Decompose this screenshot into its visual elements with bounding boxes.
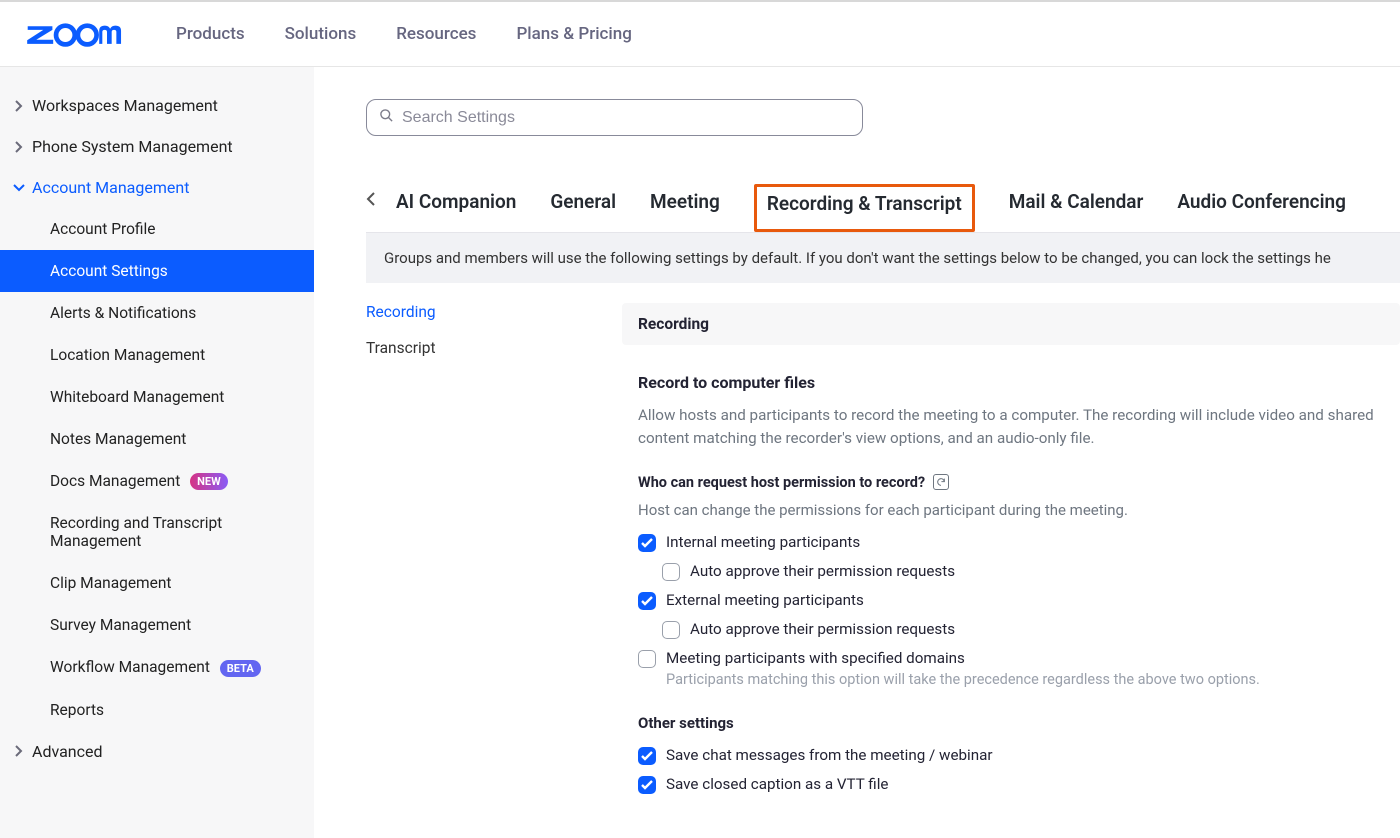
sub-question: Who can request host permission to recor… (638, 474, 1384, 491)
main-panel: AI Companion General Meeting Recording &… (314, 67, 1400, 838)
checkbox[interactable] (638, 747, 656, 765)
tab-general[interactable]: General (550, 190, 616, 213)
permission-options: Internal meeting participants Auto appro… (638, 533, 1384, 688)
chevron-down-icon (12, 184, 26, 192)
settings-content: Recording Record to computer files Allow… (622, 303, 1400, 794)
section-subnav: Recording Transcript (366, 303, 622, 794)
search-input[interactable] (402, 109, 850, 127)
settings-tabs: AI Companion General Meeting Recording &… (366, 184, 1400, 233)
opt-specified-domains: Meeting participants with specified doma… (638, 649, 1384, 688)
top-bar: Products Solutions Resources Plans & Pri… (0, 0, 1400, 67)
chevron-right-icon (12, 100, 26, 112)
checkbox[interactable] (662, 563, 680, 581)
nav-solutions[interactable]: Solutions (285, 24, 357, 44)
sidebar-group-label: Advanced (32, 742, 103, 761)
sidebar-group-account[interactable]: Account Management (0, 167, 314, 208)
sidebar-item-account-profile[interactable]: Account Profile (0, 208, 314, 250)
sidebar-item-notes[interactable]: Notes Management (0, 418, 314, 460)
sidebar-group-label: Phone System Management (32, 137, 233, 156)
sub-question-text: Who can request host permission to recor… (638, 474, 925, 491)
sidebar-item-docs[interactable]: Docs Management NEW (0, 460, 314, 502)
setting-description: Allow hosts and participants to record t… (638, 404, 1384, 450)
search-settings[interactable] (366, 99, 863, 136)
sub-description: Host can change the permissions for each… (638, 501, 1384, 519)
tabs-scroll-left[interactable] (366, 191, 376, 211)
section-header: Recording (622, 303, 1400, 345)
sidebar-item-label: Workflow Management (50, 658, 210, 676)
sidebar-group-workspaces[interactable]: Workspaces Management (0, 85, 314, 126)
new-badge: NEW (190, 473, 228, 490)
chevron-right-icon (12, 141, 26, 153)
sidebar: Workspaces Management Phone System Manag… (0, 67, 314, 838)
tab-mail-calendar[interactable]: Mail & Calendar (1009, 190, 1144, 213)
chevron-right-icon (12, 745, 26, 757)
zoom-logo (26, 21, 136, 47)
sidebar-item-recording-transcript[interactable]: Recording and Transcript Management (0, 502, 314, 562)
checkbox[interactable] (638, 534, 656, 552)
sidebar-item-reports[interactable]: Reports (0, 689, 314, 731)
nav-products[interactable]: Products (176, 24, 245, 44)
other-options: Save chat messages from the meeting / we… (638, 746, 1384, 794)
tab-ai-companion[interactable]: AI Companion (396, 190, 516, 213)
checkbox[interactable] (638, 650, 656, 668)
opt-note: Participants matching this option will t… (666, 671, 1260, 688)
setting-title: Record to computer files (638, 373, 1384, 392)
sidebar-item-whiteboard[interactable]: Whiteboard Management (0, 376, 314, 418)
opt-external-participants: External meeting participants (638, 591, 1384, 610)
beta-badge: BETA (220, 660, 261, 677)
opt-label: Internal meeting participants (666, 533, 860, 551)
tab-recording-transcript[interactable]: Recording & Transcript (754, 184, 975, 232)
opt-label: External meeting participants (666, 591, 864, 609)
sidebar-item-account-settings[interactable]: Account Settings (0, 250, 314, 292)
opt-internal-participants: Internal meeting participants (638, 533, 1384, 552)
opt-internal-auto-approve: Auto approve their permission requests (662, 562, 1384, 581)
checkbox[interactable] (638, 592, 656, 610)
nav-plans-pricing[interactable]: Plans & Pricing (516, 24, 631, 44)
sidebar-item-workflow[interactable]: Workflow Management BETA (0, 646, 314, 688)
tab-audio-conferencing[interactable]: Audio Conferencing (1177, 190, 1346, 213)
opt-save-cc-vtt: Save closed caption as a VTT file (638, 775, 1384, 794)
reset-icon[interactable] (933, 474, 949, 490)
other-settings-header: Other settings (638, 714, 1384, 732)
sidebar-group-label: Workspaces Management (32, 96, 218, 115)
sidebar-item-alerts[interactable]: Alerts & Notifications (0, 292, 314, 334)
sidebar-group-phone[interactable]: Phone System Management (0, 126, 314, 167)
info-banner: Groups and members will use the followin… (366, 233, 1400, 283)
opt-label: Auto approve their permission requests (690, 562, 955, 580)
subnav-recording[interactable]: Recording (366, 303, 610, 321)
subnav-transcript[interactable]: Transcript (366, 339, 610, 357)
tab-meeting[interactable]: Meeting (650, 190, 720, 213)
top-nav: Products Solutions Resources Plans & Pri… (176, 24, 632, 44)
opt-save-chat: Save chat messages from the meeting / we… (638, 746, 1384, 765)
sidebar-group-advanced[interactable]: Advanced (0, 731, 314, 772)
opt-external-auto-approve: Auto approve their permission requests (662, 620, 1384, 639)
sidebar-item-location[interactable]: Location Management (0, 334, 314, 376)
sidebar-item-label: Docs Management (50, 472, 180, 490)
checkbox[interactable] (662, 621, 680, 639)
nav-resources[interactable]: Resources (396, 24, 476, 44)
sidebar-item-survey[interactable]: Survey Management (0, 604, 314, 646)
sidebar-item-clip[interactable]: Clip Management (0, 562, 314, 604)
opt-label: Meeting participants with specified doma… (666, 649, 965, 667)
search-icon (379, 108, 394, 127)
opt-label: Save chat messages from the meeting / we… (666, 746, 993, 764)
sidebar-group-label: Account Management (32, 178, 189, 197)
opt-label: Auto approve their permission requests (690, 620, 955, 638)
opt-label: Save closed caption as a VTT file (666, 775, 888, 793)
checkbox[interactable] (638, 776, 656, 794)
